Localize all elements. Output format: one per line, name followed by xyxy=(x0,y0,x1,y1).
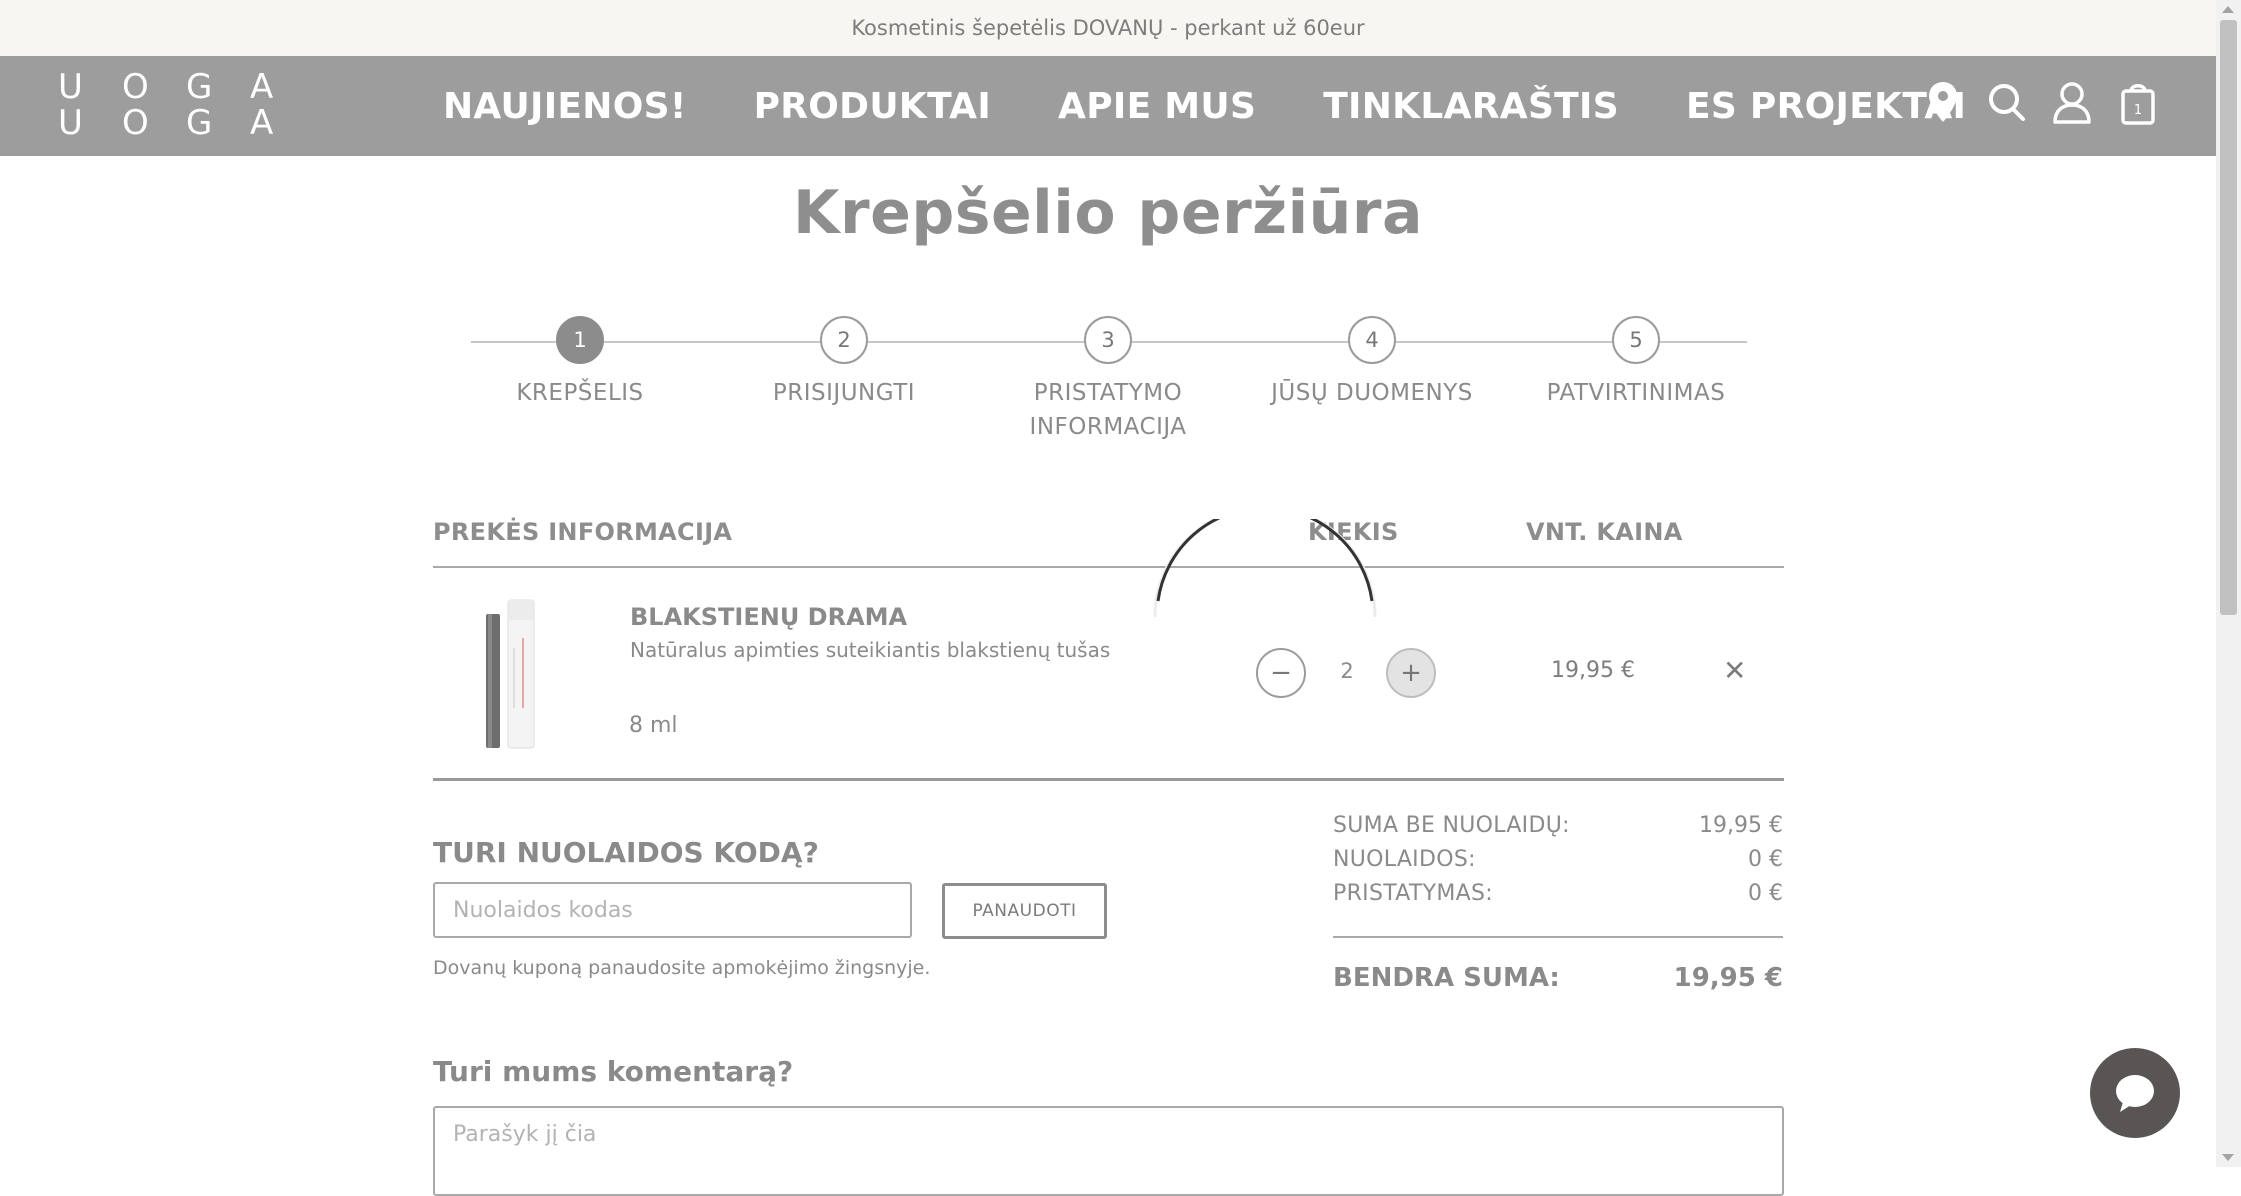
location-pin-icon[interactable] xyxy=(1921,78,1965,128)
nav-item-apie-mus[interactable]: APIE MUS xyxy=(1058,86,1256,127)
step-number: 4 xyxy=(1348,316,1396,364)
discount-code-input[interactable] xyxy=(433,882,912,938)
total-value: 19,95 € xyxy=(1673,963,1783,993)
column-header-product: PREKĖS INFORMACIJA xyxy=(433,518,733,546)
scroll-down-arrow-icon[interactable] xyxy=(2222,1154,2234,1161)
summary-delivery-label: PRISTATYMAS: xyxy=(1333,881,1493,906)
product-name[interactable]: BLAKSTIENŲ DRAMA xyxy=(630,603,907,631)
step-confirmation: 5 PATVIRTINIMAS xyxy=(1504,316,1768,410)
increase-quantity-button[interactable]: + xyxy=(1386,648,1436,698)
step-your-data: 4 JŪSŲ DUOMENYS xyxy=(1240,316,1504,410)
column-header-unit-price: VNT. KAINA xyxy=(1526,518,1683,546)
nav-item-naujienos[interactable]: NAUJIENOS! xyxy=(443,86,687,127)
product-description: Natūralus apimties suteikiantis blakstie… xyxy=(630,638,1111,662)
search-icon[interactable] xyxy=(1985,78,2029,128)
logo-letter: O xyxy=(122,103,149,143)
uoga-logo[interactable]: U O G A U O G A xyxy=(58,70,288,142)
remove-item-icon[interactable]: ✕ xyxy=(1723,654,1746,687)
summary-subtotal-label: SUMA BE NUOLAIDŲ: xyxy=(1333,813,1570,838)
main-navigation: U O G A U O G A NAUJIENOS! PRODUKTAI API… xyxy=(0,56,2216,156)
step-delivery: 3 PRISTATYMO INFORMACIJA xyxy=(976,316,1240,444)
gift-coupon-note: Dovanų kuponą panaudosite apmokėjimo žin… xyxy=(433,957,931,979)
summary-delivery-value: 0 € xyxy=(1748,881,1783,906)
step-number: 1 xyxy=(556,316,604,364)
scroll-thumb[interactable] xyxy=(2220,20,2237,615)
nav-item-produktai[interactable]: PRODUKTAI xyxy=(754,86,991,127)
logo-letter: U xyxy=(58,67,83,107)
product-size: 8 ml xyxy=(629,713,678,738)
table-bottom-divider xyxy=(433,778,1784,781)
logo-letter: A xyxy=(250,67,274,107)
summary-subtotal-value: 19,95 € xyxy=(1699,813,1783,838)
logo-letter: O xyxy=(122,67,149,107)
cart-icon[interactable]: 1 xyxy=(2116,78,2160,128)
user-icon[interactable] xyxy=(2050,78,2094,128)
vertical-scrollbar[interactable] xyxy=(2216,0,2241,1167)
chat-button[interactable] xyxy=(2090,1048,2180,1138)
discount-title: TURI NUOLAIDOS KODĄ? xyxy=(433,836,819,869)
promo-banner: Kosmetinis šepetėlis DOVANŲ - perkant už… xyxy=(0,0,2216,56)
step-number: 2 xyxy=(820,316,868,364)
step-label: JŪSŲ DUOMENYS xyxy=(1271,380,1473,406)
table-header-divider xyxy=(433,566,1784,568)
comment-title: Turi mums komentarą? xyxy=(433,1055,794,1088)
step-label: PRISIJUNGTI xyxy=(772,380,916,406)
step-label: PRISTATYMO INFORMACIJA xyxy=(1029,380,1187,440)
summary-divider xyxy=(1333,936,1783,938)
chat-bubble-icon xyxy=(2116,1075,2154,1112)
summary-discounts-value: 0 € xyxy=(1748,847,1783,872)
quantity-value: 2 xyxy=(1340,659,1354,683)
step-number: 3 xyxy=(1084,316,1132,364)
summary-discounts-label: NUOLAIDOS: xyxy=(1333,847,1476,872)
nav-menu: NAUJIENOS! PRODUKTAI APIE MUS TINKLARAŠT… xyxy=(443,56,2033,156)
product-image[interactable] xyxy=(478,598,548,750)
logo-letter: A xyxy=(250,103,274,143)
comment-textarea[interactable] xyxy=(433,1106,1784,1196)
step-number: 5 xyxy=(1612,316,1660,364)
loading-spinner-icon xyxy=(1153,519,1377,618)
scroll-up-arrow-icon[interactable] xyxy=(2222,6,2234,13)
nav-item-tinklarastis[interactable]: TINKLARAŠTIS xyxy=(1323,86,1619,127)
total-label: BENDRA SUMA: xyxy=(1333,963,1560,993)
decrease-quantity-button[interactable]: − xyxy=(1256,648,1306,698)
step-label: PATVIRTINIMAS xyxy=(1546,380,1726,406)
logo-letter: G xyxy=(186,103,213,143)
apply-discount-button[interactable]: PANAUDOTI xyxy=(942,883,1107,939)
step-label: KREPŠELIS xyxy=(516,380,644,406)
step-cart: 1 KREPŠELIS xyxy=(448,316,712,410)
logo-letter: U xyxy=(58,103,83,143)
cart-count: 1 xyxy=(2134,103,2142,118)
step-login: 2 PRISIJUNGTI xyxy=(712,316,976,410)
page-title: Krepšelio peržiūra xyxy=(793,178,1423,248)
unit-price: 19,95 € xyxy=(1551,658,1635,683)
logo-letter: G xyxy=(186,67,213,107)
